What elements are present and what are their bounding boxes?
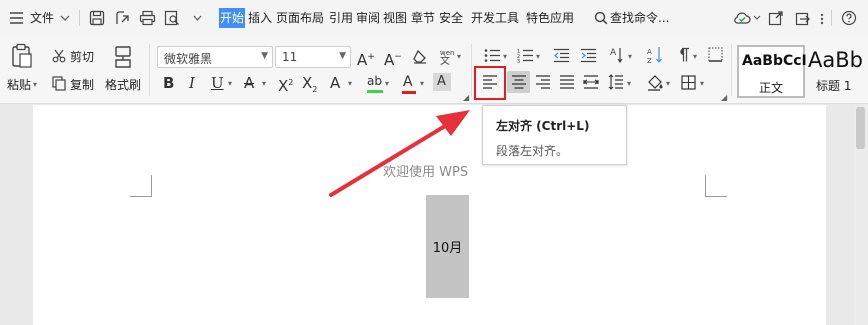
annotation-arrow bbox=[329, 110, 470, 197]
